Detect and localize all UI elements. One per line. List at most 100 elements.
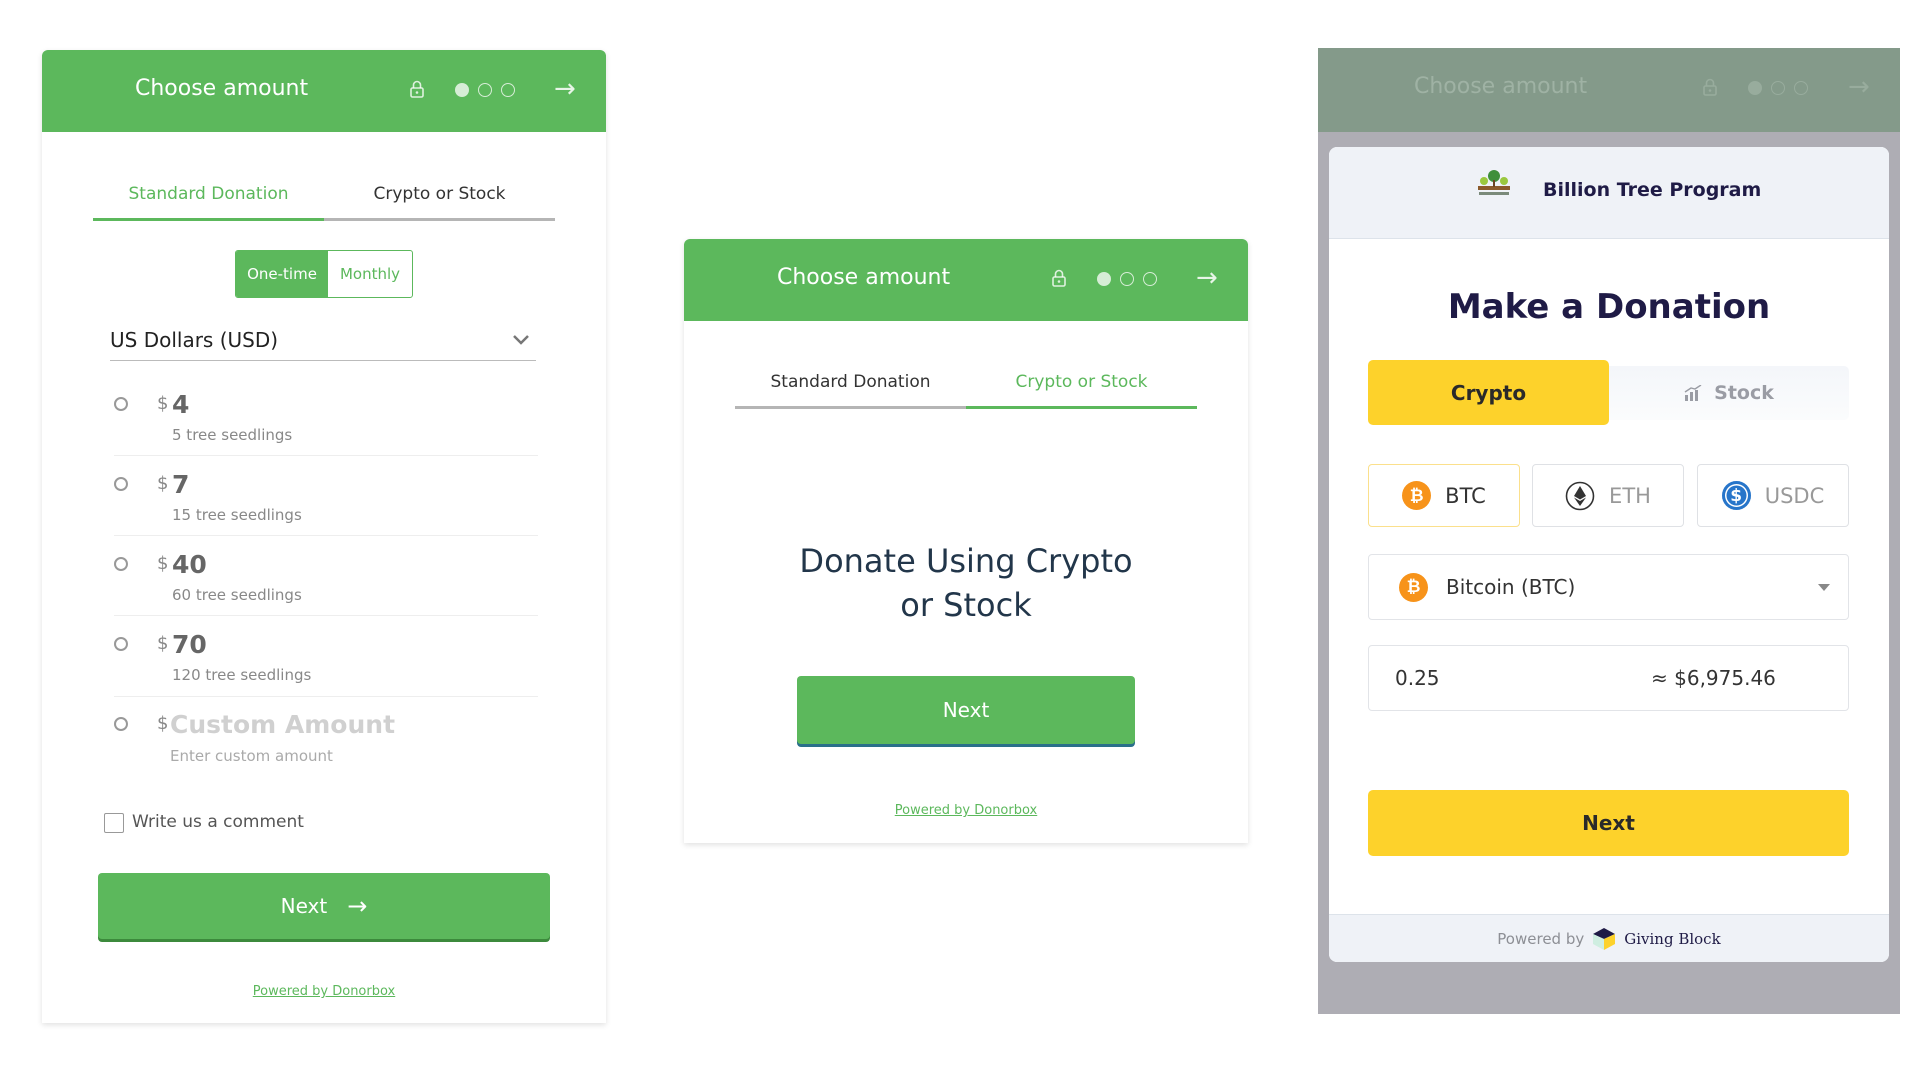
custom-amount-hint: Enter custom amount [170, 747, 333, 765]
amount-radio[interactable] [114, 477, 128, 491]
amount-radio[interactable] [114, 557, 128, 571]
amount-description: 60 tree seedlings [172, 586, 302, 604]
next-label: Next [280, 894, 328, 918]
step-indicator [455, 83, 515, 97]
ethereum-icon [1565, 481, 1595, 510]
powered-by-donorbox-link[interactable]: Powered by Donorbox [684, 803, 1248, 818]
coin-btc-button[interactable]: ₿ BTC [1368, 464, 1520, 527]
amount-value: 70 [172, 630, 207, 659]
step-dot [1143, 272, 1157, 286]
arrow-right-icon: → [347, 892, 368, 920]
coin-label: USDC [1764, 483, 1825, 508]
headline-line-1: Donate Using Crypto [799, 542, 1133, 580]
divider [114, 615, 538, 616]
donation-type-tabs: Standard Donation Crypto or Stock [735, 372, 1197, 409]
bitcoin-icon: ₿ [1399, 572, 1428, 602]
next-button[interactable]: Next → [98, 873, 550, 939]
stock-chart-icon [1684, 385, 1702, 401]
step-indicator [1748, 81, 1808, 95]
next-step-arrow-icon: → [1848, 72, 1870, 102]
crypto-donation-modal: Billion Tree Program Make a Donation Cry… [1329, 147, 1889, 962]
coin-eth-button[interactable]: ETH [1532, 464, 1684, 527]
currency-symbol: $ [157, 473, 169, 494]
giving-block-logo-icon [1593, 927, 1616, 950]
amount-value: 0.25 [1395, 666, 1440, 690]
step-dot [501, 83, 515, 97]
amount-value: 4 [172, 390, 190, 419]
billion-tree-logo [1478, 170, 1510, 195]
tab-crypto-or-stock[interactable]: Crypto or Stock [324, 184, 555, 218]
currency-select[interactable]: US Dollars (USD) [110, 328, 536, 361]
coin-label: BTC [1445, 483, 1486, 508]
step-indicator [1097, 272, 1157, 286]
step-dot [478, 83, 492, 97]
comment-checkbox[interactable] [104, 813, 124, 833]
header-title: Choose amount [135, 76, 309, 101]
usd-equivalent: ≈ $6,975.46 [1651, 666, 1776, 690]
next-button[interactable]: Next [1368, 790, 1849, 856]
giving-block-overlay: Choose amount → Billion Tree Program Mak… [1318, 48, 1900, 1014]
amount-description: 5 tree seedlings [172, 426, 293, 444]
powered-by-label: Powered by [1497, 929, 1585, 948]
stock-tab-label: Stock [1714, 382, 1774, 404]
crypto-tab[interactable]: Crypto [1368, 360, 1609, 425]
amount-input[interactable]: 0.25 ≈ $6,975.46 [1368, 645, 1849, 711]
standard-donation-form: Choose amount → Standard Donation Crypto… [42, 50, 606, 1023]
frequency-toggle: One-time Monthly [235, 250, 413, 298]
modal-header: Billion Tree Program [1329, 147, 1889, 239]
lock-icon [1703, 78, 1717, 96]
one-time-button[interactable]: One-time [236, 251, 328, 297]
crypto-or-stock-form: Choose amount → Standard Donation Crypto… [684, 239, 1248, 843]
coin-label: ETH [1609, 483, 1651, 508]
currency-symbol: $ [157, 553, 169, 574]
next-step-arrow-icon[interactable]: → [554, 74, 576, 104]
step-dot-active [455, 83, 469, 97]
step-dot-active [1097, 272, 1111, 286]
step-dot [1120, 272, 1134, 286]
amount-radio[interactable] [114, 397, 128, 411]
crypto-headline: Donate Using Crypto or Stock [684, 539, 1248, 627]
tab-standard-donation[interactable]: Standard Donation [93, 184, 324, 221]
next-step-arrow-icon[interactable]: → [1196, 263, 1218, 293]
giving-block-brand[interactable]: Giving Block [1624, 930, 1720, 948]
divider [114, 455, 538, 456]
divider [114, 535, 538, 536]
coin-select-value: Bitcoin (BTC) [1446, 575, 1576, 599]
bitcoin-icon: ₿ [1402, 481, 1432, 510]
amount-description: 120 tree seedlings [172, 666, 312, 684]
tab-standard-donation[interactable]: Standard Donation [735, 372, 966, 406]
next-label: Next [942, 698, 990, 722]
chevron-down-icon [513, 335, 529, 345]
coin-usdc-button[interactable]: $ USDC [1697, 464, 1849, 527]
powered-by-donorbox-link[interactable]: Powered by Donorbox [42, 984, 606, 999]
coin-select[interactable]: ₿ Bitcoin (BTC) [1368, 554, 1849, 620]
currency-value: US Dollars (USD) [110, 328, 279, 352]
tab-crypto-or-stock[interactable]: Crypto or Stock [966, 372, 1197, 409]
form-header: Choose amount → [684, 239, 1248, 321]
amount-value: 40 [172, 550, 207, 579]
custom-amount-input[interactable]: Custom Amount [170, 710, 395, 739]
currency-symbol: $ [157, 393, 169, 414]
stock-tab[interactable]: Stock [1609, 366, 1849, 420]
step-dot [1794, 81, 1808, 95]
lock-icon [1052, 269, 1066, 287]
donation-type-tabs: Standard Donation Crypto or Stock [93, 184, 555, 221]
next-label: Next [1582, 811, 1635, 835]
next-button[interactable]: Next [797, 676, 1135, 744]
organization-name: Billion Tree Program [1543, 179, 1762, 201]
modal-title: Make a Donation [1447, 287, 1771, 327]
headline-line-2: or Stock [900, 586, 1032, 624]
header-title: Choose amount [1414, 74, 1588, 99]
monthly-button[interactable]: Monthly [328, 251, 412, 297]
caret-down-icon [1818, 584, 1830, 591]
divider [114, 696, 538, 697]
header-title: Choose amount [777, 265, 951, 290]
amount-value: 7 [172, 470, 190, 499]
amount-radio[interactable] [114, 637, 128, 651]
comment-label: Write us a comment [132, 812, 304, 832]
modal-footer: Powered by Giving Block [1329, 914, 1889, 962]
currency-symbol: $ [157, 713, 169, 734]
step-dot [1771, 81, 1785, 95]
amount-description: 15 tree seedlings [172, 506, 302, 524]
amount-radio[interactable] [114, 717, 128, 731]
